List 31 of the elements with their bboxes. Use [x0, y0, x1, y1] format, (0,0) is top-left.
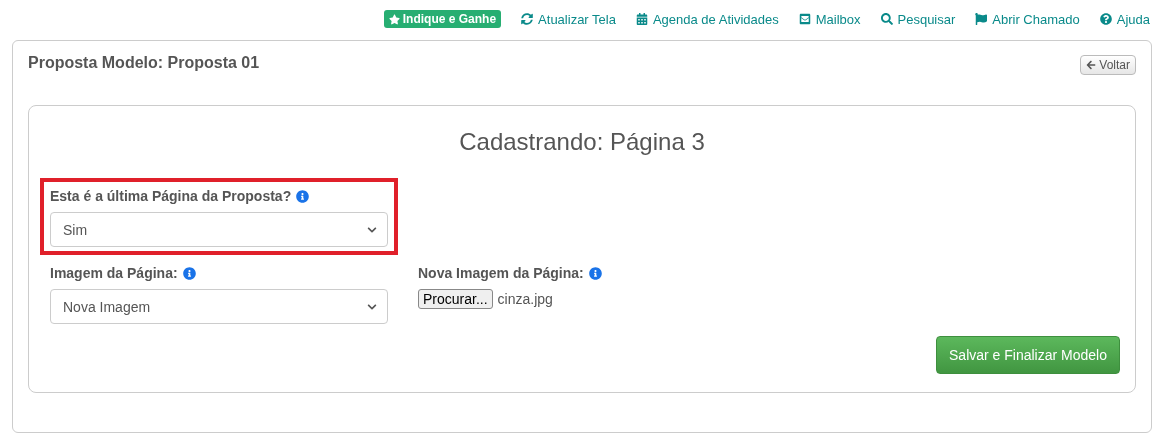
info-icon[interactable]	[182, 266, 196, 280]
select-field[interactable]: Nova Imagem	[50, 289, 388, 324]
save-button[interactable]: Salvar e Finalizar Modelo	[936, 336, 1120, 374]
field-label: Nova Imagem da Página:	[418, 265, 584, 281]
form-heading: Cadastrando: Página 3	[458, 128, 706, 156]
nav-link[interactable]: Pesquisar	[880, 11, 956, 27]
select-field[interactable]: Sim	[50, 212, 388, 247]
field-label: Imagem da Página:	[50, 265, 178, 281]
flag-icon	[975, 13, 988, 25]
nav-link[interactable]: Mailbox	[798, 11, 861, 27]
field-label: Esta é a última Página da Proposta?	[50, 188, 292, 204]
nav-link[interactable]: Agenda de Atividades	[635, 11, 779, 27]
info-icon[interactable]	[588, 266, 602, 280]
browse-button[interactable]: Procurar...	[418, 289, 493, 309]
info-icon[interactable]	[296, 189, 310, 203]
chevron-icon	[367, 301, 377, 312]
star-icon	[388, 13, 400, 25]
search-icon	[880, 13, 893, 25]
help-icon	[1099, 13, 1112, 25]
panel-title: Proposta Modelo: Proposta 01	[28, 54, 260, 72]
chevron-icon	[367, 224, 377, 235]
arrow-left-icon	[1086, 60, 1097, 70]
nav-link[interactable]: Atualizar Tela	[521, 11, 616, 27]
refresh-icon	[521, 13, 534, 25]
back-button[interactable]: Voltar	[1080, 55, 1136, 75]
mail-icon	[798, 13, 811, 25]
file-name: cinza.jpg	[497, 291, 553, 307]
nav-link[interactable]: Abrir Chamado	[975, 11, 1080, 27]
calendar-icon	[635, 13, 648, 25]
nav-link[interactable]: Ajuda	[1099, 11, 1150, 27]
referral-badge[interactable]: Indique e Ganhe	[383, 10, 502, 28]
